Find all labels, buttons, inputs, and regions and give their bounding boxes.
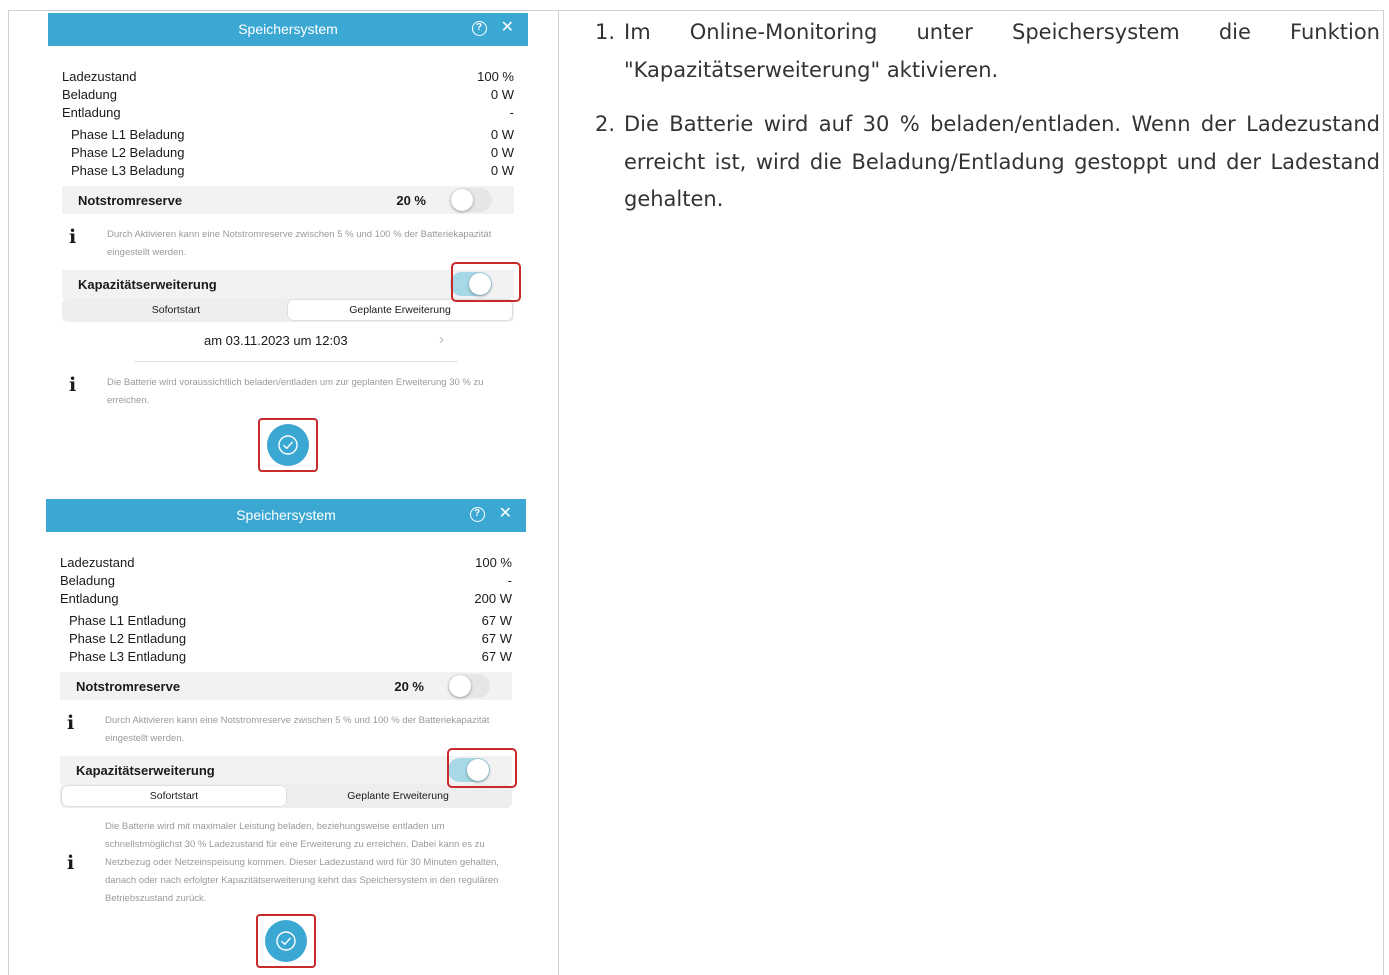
phase-label: Phase L2 Beladung [71, 145, 185, 160]
panel-header: Speichersystem ? ✕ [46, 499, 526, 532]
segment-immediate-start[interactable]: Sofortstart [62, 786, 286, 806]
panel-header: Speichersystem ? ✕ [48, 13, 528, 46]
toggle-highlight [451, 262, 521, 302]
start-mode-segmented-control: Sofortstart Geplante Erweiterung [62, 298, 514, 322]
phase-row: Phase L2 Beladung 0 W [62, 144, 514, 162]
info-icon: i [69, 374, 77, 396]
capacity-info: i Die Batterie wird voraussichtlich bela… [48, 374, 528, 410]
backup-reserve-row: Notstromreserve 20 % [60, 672, 512, 700]
status-value: 100 % [477, 69, 514, 84]
segment-immediate-start[interactable]: Sofortstart [64, 300, 288, 320]
storage-panel-1: Speichersystem ? ✕ Ladezustand 100 % Bel… [48, 13, 528, 472]
step-text: Die Batterie wird auf 30 % beladen/entla… [624, 112, 1380, 211]
close-icon[interactable]: ✕ [501, 20, 514, 36]
phase-label: Phase L3 Entladung [69, 649, 187, 664]
confirm-button[interactable] [267, 424, 309, 466]
info-icon: i [67, 712, 75, 734]
instruction-step: 1. Im Online-Monitoring unter Speichersy… [595, 14, 1380, 89]
phase-label: Phase L2 Entladung [69, 631, 187, 646]
status-value: 100 % [475, 555, 512, 570]
phase-value: 67 W [481, 649, 512, 664]
status-row: Beladung 0 W [62, 86, 514, 104]
phase-label: Phase L3 Beladung [71, 163, 185, 178]
start-mode-segmented-control: Sofortstart Geplante Erweiterung [60, 784, 512, 808]
toggle-highlight [447, 748, 517, 788]
backup-reserve-toggle[interactable] [450, 188, 492, 212]
storage-panel-2: Speichersystem ? ✕ Ladezustand 100 % Bel… [46, 499, 526, 968]
status-label: Beladung [62, 87, 117, 102]
phase-row: Phase L3 Entladung 67 W [60, 648, 512, 666]
phase-value: 0 W [490, 145, 514, 160]
checkmark-circle-icon [276, 931, 296, 951]
backup-info-text: Durch Aktivieren kann eine Notstromreser… [107, 229, 492, 258]
phase-label: Phase L1 Beladung [71, 127, 185, 142]
status-row: Ladezustand 100 % [60, 554, 512, 572]
status-label: Beladung [60, 573, 115, 588]
phase-row: Phase L2 Entladung 67 W [60, 630, 512, 648]
status-label: Entladung [62, 105, 121, 120]
panel-title: Speichersystem [236, 507, 336, 523]
status-row: Entladung 200 W [60, 590, 512, 608]
status-value: - [509, 105, 514, 120]
status-row: Beladung - [60, 572, 512, 590]
status-row: Ladezustand 100 % [62, 68, 514, 86]
backup-info: i Durch Aktivieren kann eine Notstromres… [48, 226, 528, 262]
status-list: Ladezustand 100 % Beladung - Entladung 2… [46, 532, 526, 666]
instruction-step: 2. Die Batterie wird auf 30 % beladen/en… [595, 106, 1380, 219]
step-text: Im Online-Monitoring unter Speichersyste… [624, 20, 1380, 82]
status-label: Entladung [60, 591, 119, 606]
help-icon[interactable]: ? [471, 20, 487, 36]
info-icon: i [67, 852, 75, 874]
column-divider [558, 10, 559, 975]
backup-reserve-percent[interactable]: 20 % [396, 193, 426, 208]
phase-value: 67 W [481, 631, 512, 646]
step-number: 2. [595, 112, 616, 136]
status-label: Ladezustand [60, 555, 135, 570]
confirm-highlight [256, 914, 316, 968]
confirm-button[interactable] [265, 920, 307, 962]
capacity-info-text: Die Batterie wird voraussichtlich belade… [107, 377, 484, 406]
chevron-right-icon: › [439, 331, 444, 348]
capacity-info: i Die Batterie wird mit maximaler Leistu… [46, 818, 526, 908]
phase-value: 0 W [490, 163, 514, 178]
help-icon[interactable]: ? [469, 506, 485, 522]
panel-title: Speichersystem [238, 21, 338, 37]
segment-planned-extension[interactable]: Geplante Erweiterung [286, 786, 510, 806]
capacity-extension-row: Kapazitätserweiterung [62, 270, 514, 298]
status-list: Ladezustand 100 % Beladung 0 W Entladung… [48, 46, 528, 180]
schedule-date-row[interactable]: am 03.11.2023 um 12:03 › [134, 322, 458, 362]
phase-value: 67 W [481, 613, 512, 628]
phase-row: Phase L3 Beladung 0 W [62, 162, 514, 180]
backup-info-text: Durch Aktivieren kann eine Notstromreser… [105, 715, 490, 744]
capacity-info-text: Die Batterie wird mit maximaler Leistung… [105, 821, 499, 904]
status-value: 0 W [490, 87, 514, 102]
close-icon[interactable]: ✕ [499, 506, 512, 522]
backup-reserve-toggle[interactable] [448, 674, 490, 698]
status-value: - [507, 573, 512, 588]
status-label: Ladezustand [62, 69, 137, 84]
info-icon: i [69, 226, 77, 248]
backup-reserve-row: Notstromreserve 20 % [62, 186, 514, 214]
capacity-extension-row: Kapazitätserweiterung [60, 756, 512, 784]
checkmark-circle-icon [278, 435, 298, 455]
status-value: 200 W [474, 591, 512, 606]
phase-value: 0 W [490, 127, 514, 142]
backup-reserve-label: Notstromreserve [78, 192, 183, 208]
instruction-steps: 1. Im Online-Monitoring unter Speichersy… [595, 14, 1380, 236]
phase-row: Phase L1 Beladung 0 W [62, 126, 514, 144]
phase-row: Phase L1 Entladung 67 W [60, 612, 512, 630]
backup-reserve-label: Notstromreserve [76, 678, 181, 694]
capacity-extension-label: Kapazitätserweiterung [78, 276, 217, 292]
step-number: 1. [595, 20, 616, 44]
confirm-highlight [258, 418, 318, 472]
backup-info: i Durch Aktivieren kann eine Notstromres… [46, 712, 526, 748]
backup-reserve-percent[interactable]: 20 % [394, 679, 424, 694]
phase-label: Phase L1 Entladung [69, 613, 187, 628]
capacity-extension-label: Kapazitätserweiterung [76, 762, 215, 778]
schedule-date: am 03.11.2023 um 12:03 [204, 333, 348, 348]
status-row: Entladung - [62, 104, 514, 122]
segment-planned-extension[interactable]: Geplante Erweiterung [288, 300, 512, 320]
